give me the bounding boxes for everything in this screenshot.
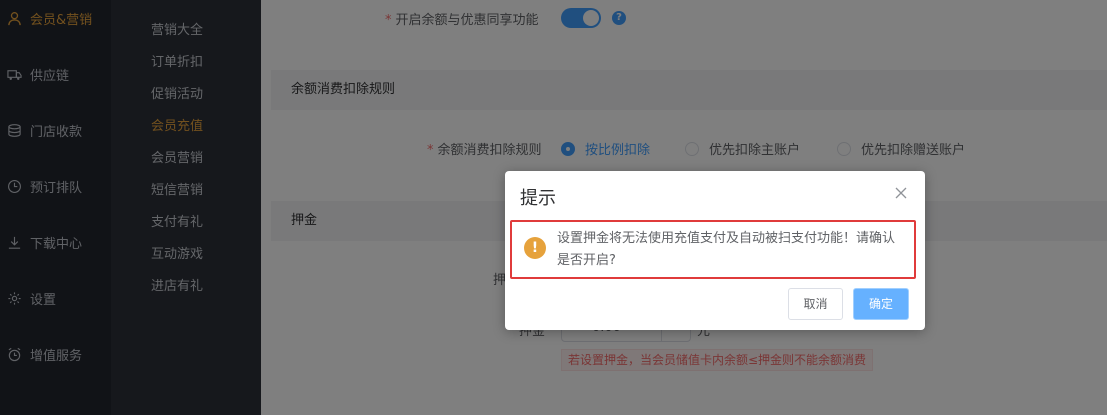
dialog-message-box: ! 设置押金将无法使用充值支付及自动被扫支付功能！请确认是否开启? [510, 220, 916, 279]
confirm-dialog: 提示 ! 设置押金将无法使用充值支付及自动被扫支付功能！请确认是否开启? 取消 … [505, 171, 925, 330]
close-icon[interactable] [893, 185, 909, 201]
confirm-button[interactable]: 确定 [853, 288, 909, 320]
dialog-title: 提示 [520, 188, 556, 209]
cancel-button[interactable]: 取消 [788, 288, 843, 320]
warning-icon: ! [524, 237, 546, 259]
dialog-message: 设置押金将无法使用充值支付及自动被扫支付功能！请确认是否开启? [557, 231, 896, 268]
